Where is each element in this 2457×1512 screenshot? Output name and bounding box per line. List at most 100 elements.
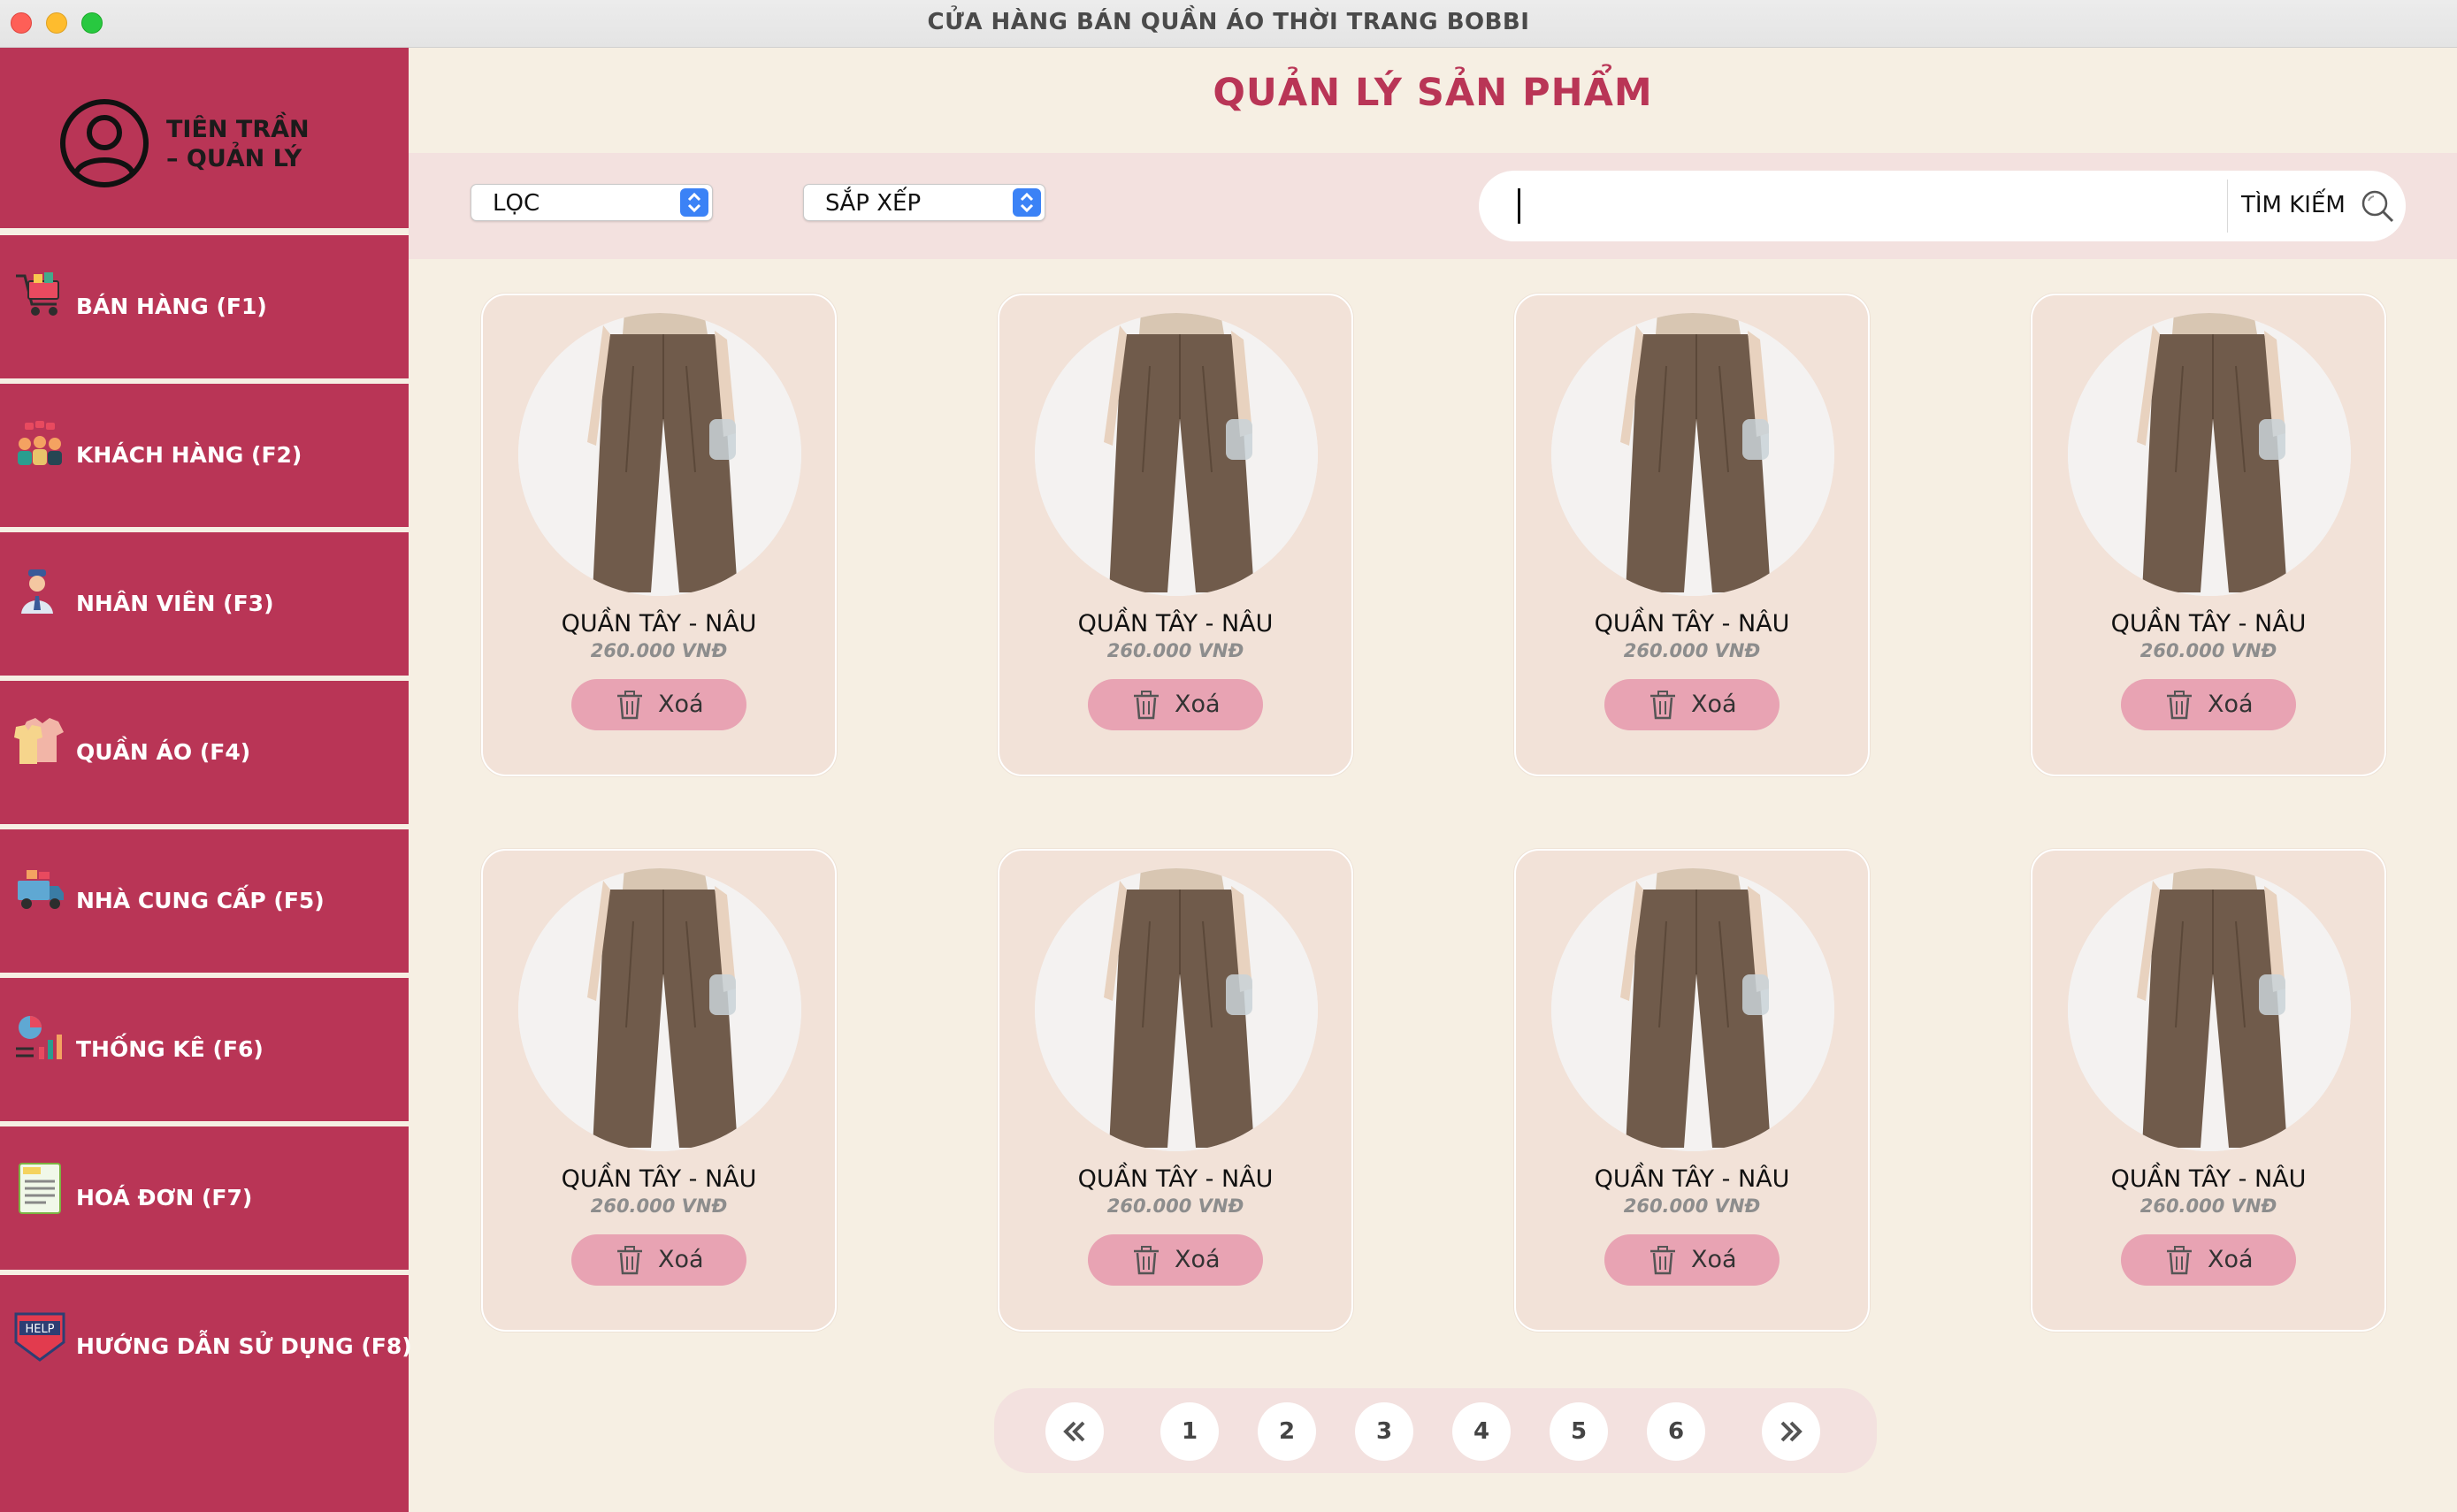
search-button-label: TÌM KIẾM	[2241, 192, 2346, 218]
product-name: QUẦN TÂY - NÂU	[2110, 1165, 2307, 1193]
delete-product-button[interactable]: Xoá	[571, 1234, 746, 1286]
product-price: 260.000 VNĐ	[2139, 1195, 2277, 1217]
search-divider	[2227, 179, 2228, 233]
product-image-frame	[518, 313, 801, 596]
search-icon	[2361, 190, 2394, 223]
nav-label: QUẦN ÁO (F4)	[76, 739, 251, 765]
supplier-truck-icon	[18, 870, 64, 909]
nav-quan-ao[interactable]: QUẦN ÁO (F4)	[0, 681, 409, 824]
double-chevron-right-icon	[1780, 1421, 1803, 1442]
nav-label: THỐNG KÊ (F6)	[76, 1036, 264, 1062]
page-button-2[interactable]: 2	[1258, 1402, 1316, 1461]
nav-thong-ke[interactable]: THỐNG KÊ (F6)	[0, 978, 409, 1121]
product-price: 260.000 VNĐ	[590, 640, 728, 661]
employee-icon	[21, 569, 53, 614]
trash-icon	[616, 1245, 644, 1275]
clothes-icon	[14, 718, 64, 764]
delete-button-label: Xoá	[1175, 1246, 1221, 1273]
trash-icon	[2165, 690, 2193, 720]
product-card[interactable]: QUẦN TÂY - NÂU 260.000 VNĐ Xoá	[481, 849, 837, 1332]
product-card[interactable]: QUẦN TÂY - NÂU 260.000 VNĐ Xoá	[2031, 849, 2386, 1332]
nav-nhan-vien[interactable]: NHÂN VIÊN (F3)	[0, 532, 409, 676]
page-button-6[interactable]: 6	[1647, 1402, 1705, 1461]
product-image	[2068, 313, 2351, 596]
delete-button-label: Xoá	[658, 1246, 704, 1273]
search-button[interactable]: TÌM KIẾM	[2238, 171, 2397, 241]
delete-product-button[interactable]: Xoá	[1604, 679, 1780, 730]
user-avatar-icon	[60, 99, 149, 187]
trash-icon	[616, 690, 644, 720]
sidebar-footer	[0, 1418, 409, 1512]
nav-label: HƯỚNG DẪN SỬ DỤNG (F8)	[76, 1333, 412, 1359]
product-image-frame	[1035, 313, 1318, 596]
product-price: 260.000 VNĐ	[2139, 640, 2277, 661]
product-card[interactable]: QUẦN TÂY - NÂU 260.000 VNĐ Xoá	[1514, 294, 1870, 776]
bill-icon	[19, 1163, 61, 1214]
next-page-button[interactable]	[1762, 1402, 1820, 1461]
product-image	[518, 868, 801, 1151]
delete-product-button[interactable]: Xoá	[2121, 1234, 2296, 1286]
page-button-3[interactable]: 3	[1355, 1402, 1413, 1461]
nav-ban-hang[interactable]: BÁN HÀNG (F1)	[0, 235, 409, 378]
delete-product-button[interactable]: Xoá	[1088, 679, 1263, 730]
search-input[interactable]	[1518, 183, 2216, 229]
help-icon: HELP	[14, 1312, 65, 1362]
page-button-1[interactable]: 1	[1160, 1402, 1219, 1461]
page-button-5[interactable]: 5	[1550, 1402, 1608, 1461]
product-name: QUẦN TÂY - NÂU	[2110, 610, 2307, 638]
delete-product-button[interactable]: Xoá	[1088, 1234, 1263, 1286]
search-box: TÌM KIẾM	[1479, 171, 2406, 241]
product-card[interactable]: QUẦN TÂY - NÂU 260.000 VNĐ Xoá	[481, 294, 837, 776]
product-card[interactable]: QUẦN TÂY - NÂU 260.000 VNĐ Xoá	[998, 849, 1353, 1332]
nav-huong-dan[interactable]: HELP HƯỚNG DẪN SỬ DỤNG (F8)	[0, 1275, 412, 1418]
toolbar: LỌC SẮP XẾP TÌM KIẾM	[409, 153, 2457, 259]
filter-select-value: LỌC	[493, 190, 540, 217]
product-image-frame	[2068, 868, 2351, 1151]
delete-button-label: Xoá	[658, 691, 704, 718]
pagination: 1 2 3 4 5 6	[994, 1388, 1877, 1473]
double-chevron-left-icon	[1063, 1421, 1085, 1442]
product-image-frame	[1551, 313, 1834, 596]
delete-product-button[interactable]: Xoá	[2121, 679, 2296, 730]
delete-product-button[interactable]: Xoá	[571, 679, 746, 730]
delete-button-label: Xoá	[1691, 1246, 1737, 1273]
nav-hoa-don[interactable]: HOÁ ĐƠN (F7)	[0, 1126, 409, 1270]
page-button-4[interactable]: 4	[1452, 1402, 1511, 1461]
delete-button-label: Xoá	[2208, 1246, 2254, 1273]
trash-icon	[2165, 1245, 2193, 1275]
user-role-line2: – QUẢN LÝ	[166, 145, 302, 172]
trash-icon	[1649, 690, 1677, 720]
user-profile: TIÊN TRẦN – QUẢN LÝ	[0, 48, 409, 228]
shopping-cart-icon	[16, 272, 59, 316]
window-titlebar: CỬA HÀNG BÁN QUẦN ÁO THỜI TRANG BOBBI	[0, 0, 2457, 48]
delete-button-label: Xoá	[1175, 691, 1221, 718]
nav-khach-hang[interactable]: KHÁCH HÀNG (F2)	[0, 384, 409, 527]
nav-label: KHÁCH HÀNG (F2)	[76, 442, 302, 468]
delete-button-label: Xoá	[2208, 691, 2254, 718]
svg-text:HELP: HELP	[25, 1323, 54, 1336]
nav-nha-cung-cap[interactable]: NHÀ CUNG CẤP (F5)	[0, 829, 409, 973]
product-card[interactable]: QUẦN TÂY - NÂU 260.000 VNĐ Xoá	[2031, 294, 2386, 776]
product-image-frame	[1551, 868, 1834, 1151]
user-name: TIÊN TRẦN – QUẢN LÝ	[166, 115, 396, 173]
delete-button-label: Xoá	[1691, 691, 1737, 718]
page-title: QUẢN LÝ SẢN PHẨM	[1213, 71, 1653, 115]
product-card[interactable]: QUẦN TÂY - NÂU 260.000 VNĐ Xoá	[998, 294, 1353, 776]
delete-product-button[interactable]: Xoá	[1604, 1234, 1780, 1286]
product-image-frame	[518, 868, 801, 1151]
select-arrows-icon	[1013, 188, 1041, 217]
product-image	[1551, 313, 1834, 596]
product-image-frame	[2068, 313, 2351, 596]
previous-page-button[interactable]	[1045, 1402, 1104, 1461]
filter-select[interactable]: LỌC	[471, 184, 713, 221]
sort-select[interactable]: SẮP XẾP	[803, 184, 1045, 221]
product-image	[2068, 868, 2351, 1151]
product-name: QUẦN TÂY - NÂU	[561, 610, 757, 638]
trash-icon	[1132, 690, 1160, 720]
sort-select-value: SẮP XẾP	[825, 190, 922, 217]
product-image-frame	[1035, 868, 1318, 1151]
nav-label: NHÀ CUNG CẤP (F5)	[76, 888, 325, 913]
product-image	[1035, 868, 1318, 1151]
product-card[interactable]: QUẦN TÂY - NÂU 260.000 VNĐ Xoá	[1514, 849, 1870, 1332]
product-price: 260.000 VNĐ	[1623, 640, 1761, 661]
